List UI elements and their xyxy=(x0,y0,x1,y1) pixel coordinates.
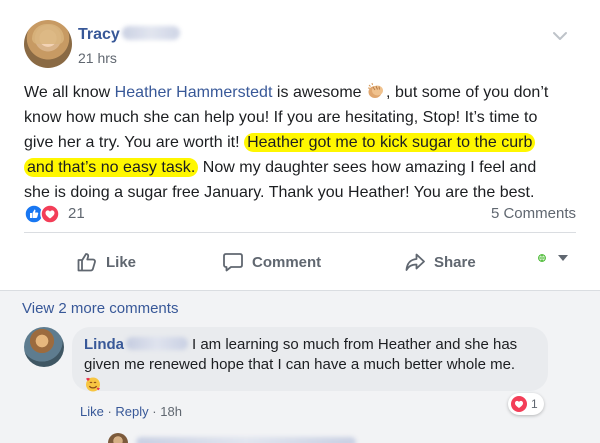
author-avatar[interactable] xyxy=(24,20,72,68)
comments-count[interactable]: 5 Comments xyxy=(491,205,576,222)
comment-like-link[interactable]: Like xyxy=(80,404,104,419)
comment-meta: Like · Reply · 18h xyxy=(80,404,182,419)
commenter-avatar[interactable] xyxy=(24,327,64,367)
divider xyxy=(24,232,576,233)
reply-avatar xyxy=(108,433,128,443)
comment-reply-link[interactable]: Reply xyxy=(115,404,148,419)
post-card: Tracy 21 hrs We all know Heather Hammers… xyxy=(0,0,600,443)
chevron-down-icon xyxy=(553,32,567,40)
like-button[interactable]: Like xyxy=(76,240,136,284)
commenter-last-name-redacted xyxy=(126,337,188,350)
post-header: Tracy 21 hrs xyxy=(24,20,576,72)
smiling-face-with-hearts-emoji-icon xyxy=(86,377,100,392)
view-more-comments-link[interactable]: View 2 more comments xyxy=(22,300,178,317)
commenter-name[interactable]: Linda xyxy=(84,336,124,353)
author-name[interactable]: Tracy xyxy=(78,26,180,44)
love-reaction-icon xyxy=(40,204,60,224)
caret-down-icon xyxy=(558,254,568,261)
reaction-icons[interactable] xyxy=(24,204,64,224)
post-line-4: and that’s no easy task. Now my daughter… xyxy=(24,155,584,180)
comment-bubble: Linda I am learning so much from Heather … xyxy=(72,327,548,392)
comment-text-line-2: given me renewed hope that I can have a … xyxy=(84,356,516,373)
comment-text-line-1: I am learning so much from Heather and s… xyxy=(192,336,518,353)
comments-section: View 2 more comments Linda I am learning … xyxy=(0,291,600,443)
post-line-2: know how much she can help you! If you a… xyxy=(24,109,538,126)
post-timestamp[interactable]: 21 hrs xyxy=(78,50,117,66)
post-actions: Like Comment Share xyxy=(24,240,576,284)
like-label: Like xyxy=(106,253,137,271)
highlighted-text: and that’s no easy task. xyxy=(24,158,199,177)
audience-selector[interactable] xyxy=(538,254,568,262)
comment-timestamp[interactable]: 18h xyxy=(160,404,182,419)
post-options-button[interactable] xyxy=(552,28,572,42)
post-body: Tracy 21 hrs We all know Heather Hammers… xyxy=(0,0,600,290)
author-last-name-redacted xyxy=(121,26,180,40)
share-label: Share xyxy=(434,253,476,271)
love-reaction-icon xyxy=(511,396,527,412)
comment-button[interactable]: Comment xyxy=(222,240,321,284)
mention-link[interactable]: Heather Hammerstedt xyxy=(115,84,273,101)
thumbs-up-icon xyxy=(77,253,96,272)
clapping-hands-emoji-icon xyxy=(367,82,384,98)
speech-bubble-icon xyxy=(223,253,243,272)
highlighted-text: Heather got me to kick sugar to the curb xyxy=(244,133,536,152)
share-button[interactable]: Share xyxy=(404,240,476,284)
share-arrow-icon xyxy=(405,253,425,271)
comment-label: Comment xyxy=(252,253,322,271)
comment-reactions[interactable]: 1 xyxy=(508,393,544,415)
globe-icon xyxy=(538,254,546,262)
post-message: We all know Heather Hammerstedt is aweso… xyxy=(24,80,584,205)
post-line-1: We all know Heather Hammerstedt is aweso… xyxy=(24,80,584,105)
reply-preview-redacted xyxy=(136,437,356,443)
comment-reaction-count: 1 xyxy=(531,397,538,411)
reactions-count[interactable]: 21 xyxy=(68,205,85,222)
reactions-summary: 21 5 Comments xyxy=(24,202,576,226)
replies-preview[interactable] xyxy=(108,433,408,443)
author-first-name[interactable]: Tracy xyxy=(78,26,120,43)
post-line-3: give her a try. You are worth it! Heathe… xyxy=(24,130,584,155)
